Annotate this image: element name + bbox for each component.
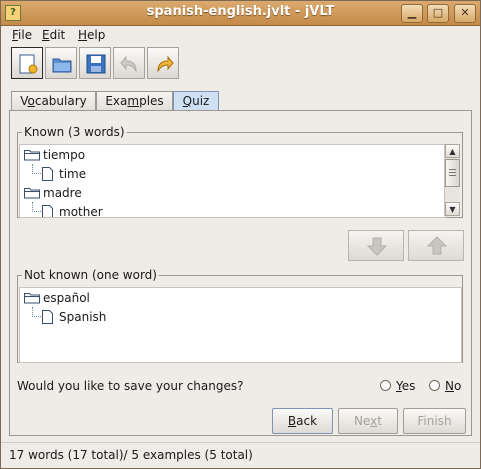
move-up-button[interactable] [408,230,464,261]
document-icon [42,167,53,181]
menu-bar: File Edit Help [1,25,480,45]
finish-button[interactable]: Finish [403,408,466,434]
menu-help[interactable]: Help [78,28,105,42]
next-button[interactable]: Next [338,408,398,434]
document-icon [42,310,53,324]
minimize-button[interactable]: ▁ [401,4,423,23]
tab-examples[interactable]: Examples [96,91,173,111]
arrow-down-icon [366,237,388,256]
title-bar[interactable]: ? spanish-english.jvlt - jVLT ▁ □ ✕ [1,1,480,26]
scroll-down-arrow-icon[interactable]: ▼ [445,202,460,216]
tree-branch-line [32,164,41,174]
not-known-group-title: Not known (one word) [22,268,159,282]
save-question: Would you like to save your changes? [17,379,244,393]
back-button[interactable]: Back [272,408,333,434]
redo-button[interactable] [147,47,179,79]
scroll-thumb[interactable] [445,159,460,187]
new-button[interactable] [11,47,43,79]
open-button[interactable] [45,47,77,79]
radio-circle[interactable] [380,380,391,391]
known-tree[interactable]: tiempo time madre mother [19,144,446,218]
arrow-up-icon [426,236,448,255]
known-group-title: Known (3 words) [22,125,127,139]
folder-icon [24,293,40,304]
status-text: 17 words (17 total)/ 5 examples (5 total… [9,448,253,462]
app-window: ? spanish-english.jvlt - jVLT ▁ □ ✕ File… [0,0,481,469]
close-button[interactable]: ✕ [454,4,476,23]
move-down-button[interactable] [348,230,404,261]
folder-icon [24,188,40,199]
save-disk-icon [86,54,106,74]
save-button[interactable] [79,47,111,79]
maximize-button[interactable]: □ [427,4,449,23]
status-bar: 17 words (17 total)/ 5 examples (5 total… [1,442,480,469]
tab-quiz[interactable]: Quiz [173,91,219,111]
tree-branch-line [32,202,41,212]
menu-file[interactable]: File [12,28,32,42]
not-known-tree[interactable]: español Spanish [19,287,462,363]
open-folder-icon [52,58,72,73]
radio-circle[interactable] [429,380,440,391]
scroll-up-arrow-icon[interactable]: ▲ [445,144,460,158]
tree-branch-line [32,307,41,317]
known-scrollbar[interactable]: ▲ ▼ [444,144,460,216]
redo-arrow-icon [157,55,174,73]
folder-icon [24,150,40,161]
menu-edit[interactable]: Edit [42,28,65,42]
new-file-icon [19,54,38,74]
tab-vocabulary[interactable]: Vocabulary [11,91,96,111]
undo-arrow-icon [120,55,137,73]
undo-button[interactable] [113,47,145,79]
document-icon [42,205,53,217]
